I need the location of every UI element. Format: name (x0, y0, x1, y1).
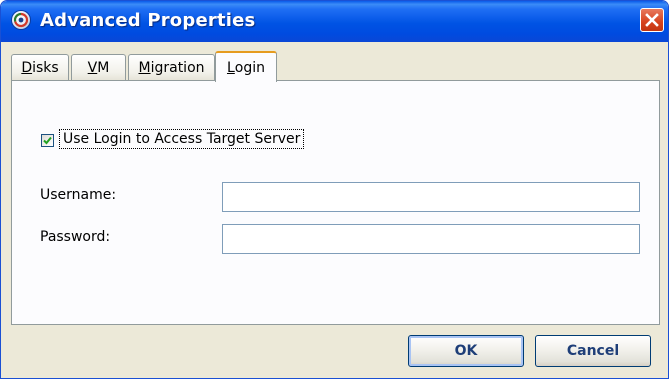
tab-disks-mnemonic: D (21, 59, 33, 76)
tab-disks-label: isks (32, 59, 59, 76)
tab-vm-mnemonic: V (87, 59, 98, 76)
checkmark-icon (43, 136, 52, 145)
app-logo-icon (12, 11, 30, 29)
tab-login[interactable]: Login (215, 51, 277, 82)
dialog-body: Disks VM Migration Login Use Login to Ac… (1, 42, 668, 378)
password-label: Password: (40, 229, 111, 245)
use-login-label[interactable]: Use Login to Access Target Server (58, 129, 305, 149)
close-icon (645, 13, 659, 27)
tab-vm[interactable]: VM (71, 54, 126, 80)
cancel-button[interactable]: Cancel (535, 335, 651, 367)
tab-vm-label: M (97, 59, 110, 76)
advanced-properties-dialog: Advanced Properties Disks VM Migration L… (0, 0, 669, 379)
use-login-checkbox[interactable] (41, 134, 54, 147)
tab-login-mnemonic: L (226, 59, 235, 76)
tab-migration-label: igration (150, 59, 205, 76)
tab-disks[interactable]: Disks (11, 54, 69, 80)
login-tab-panel: Use Login to Access Target Server Userna… (11, 80, 660, 325)
username-input[interactable] (222, 182, 640, 212)
title-bar[interactable]: Advanced Properties (1, 1, 668, 42)
close-button[interactable] (640, 8, 664, 32)
window-title: Advanced Properties (40, 10, 256, 31)
password-input[interactable] (222, 224, 640, 254)
username-label: Username: (40, 187, 117, 203)
tab-migration[interactable]: Migration (128, 54, 215, 80)
tab-login-label: ogin (234, 59, 266, 76)
ok-button[interactable]: OK (408, 335, 524, 367)
tab-migration-mnemonic: M (138, 59, 151, 76)
